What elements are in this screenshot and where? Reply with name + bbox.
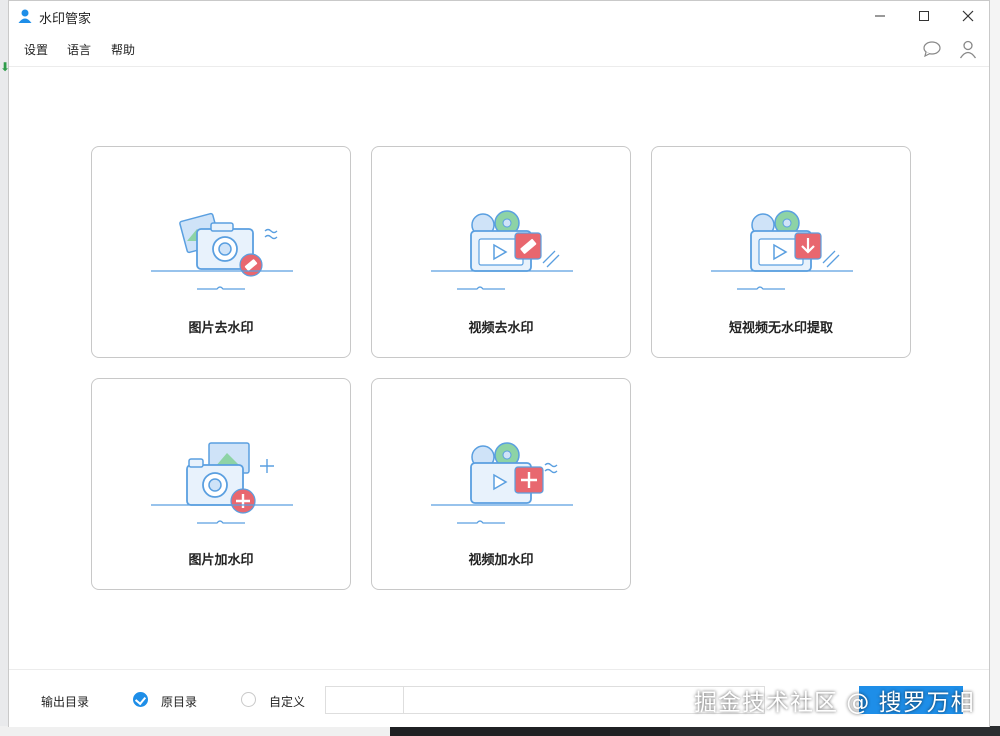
card-label: 视频加水印 [468,553,534,568]
radio-custom-directory-label[interactable]: 自定义 [269,693,305,710]
radio-original-directory[interactable] [133,692,148,707]
minimize-button[interactable] [857,1,903,31]
card-label: 短视频无水印提取 [728,321,833,336]
minimize-icon [875,15,885,17]
background-right-strip [990,0,1000,736]
card-label: 图片加水印 [188,553,254,568]
background-left-strip: ⬇ [0,0,11,736]
radio-custom-directory[interactable] [241,692,256,707]
menu-language[interactable]: 语言 [67,41,91,58]
short-video-extract-icon [711,210,853,290]
download-arrow-icon: ⬇ [0,60,11,74]
menu-bar: 设置 语言 帮助 [9,31,989,67]
close-icon [962,10,974,22]
path-input-left[interactable] [325,686,403,714]
user-icon[interactable] [958,39,978,59]
app-window: 水印管家 设置 语言 帮助 图片去水印 视频去水印 短视频无水印提取 图片加水印… [8,0,990,727]
card-photo-add-watermark[interactable]: 图片加水印 [91,378,351,590]
card-label: 图片去水印 [188,321,254,336]
background-taskbar-strip [0,726,1000,736]
close-button[interactable] [945,1,991,31]
video-add-watermark-icon [431,442,573,524]
menu-settings[interactable]: 设置 [24,41,48,58]
output-directory-label: 输出目录 [41,695,90,709]
card-short-video-extract[interactable]: 短视频无水印提取 [651,146,911,358]
photo-add-watermark-icon [151,442,293,524]
chat-bubble-icon[interactable] [922,39,942,59]
radio-original-directory-label[interactable]: 原目录 [161,693,197,710]
menu-help[interactable]: 帮助 [111,41,135,58]
card-video-add-watermark[interactable]: 视频加水印 [371,378,631,590]
video-remove-watermark-icon [431,210,573,290]
photo-remove-watermark-icon [151,212,293,290]
overlay-watermark-text: 掘金技术社区 @ 搜罗万相 [694,690,975,716]
maximize-icon [919,11,929,21]
app-logo-icon [18,9,32,23]
card-photo-remove-watermark[interactable]: 图片去水印 [91,146,351,358]
title-bar[interactable]: 水印管家 [9,1,989,31]
maximize-button[interactable] [901,1,947,31]
window-title: 水印管家 [39,12,92,27]
card-label: 视频去水印 [468,321,534,336]
card-video-remove-watermark[interactable]: 视频去水印 [371,146,631,358]
